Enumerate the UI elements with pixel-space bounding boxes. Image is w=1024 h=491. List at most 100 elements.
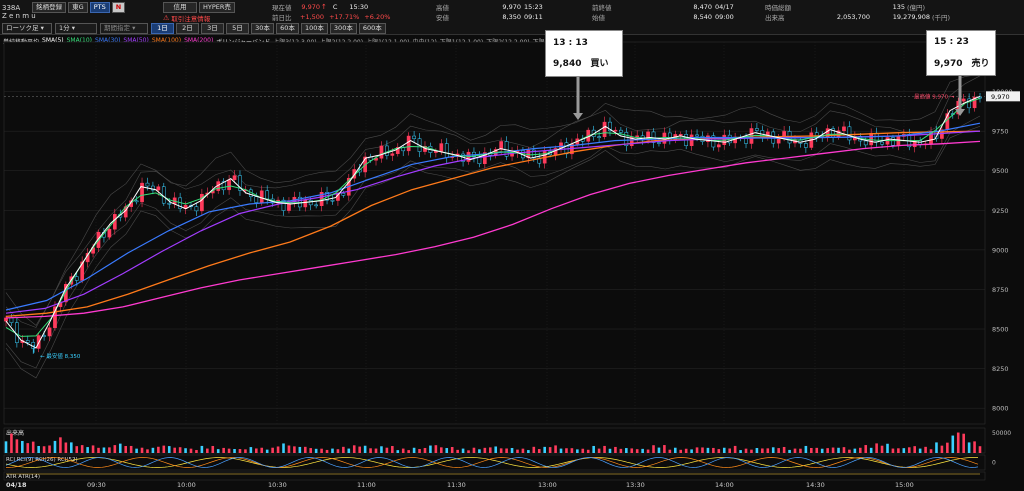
volume-label: 出来高 — [765, 14, 785, 22]
low-annotation: ← 最安値 8,350 — [40, 352, 81, 360]
candle-body — [695, 134, 699, 137]
span-button-8[interactable]: 600本 — [358, 23, 386, 34]
open-time: 09:00 — [715, 13, 734, 21]
volume-bar — [118, 443, 122, 453]
span-button-4[interactable]: 30本 — [251, 23, 274, 34]
news-button[interactable]: N — [111, 2, 126, 13]
volume-bar — [347, 448, 351, 453]
volume-bar — [483, 447, 487, 453]
volume-bar — [750, 449, 753, 453]
volume-bar — [499, 448, 503, 453]
volume-bar — [91, 445, 95, 453]
volume-bar — [967, 442, 971, 453]
volume-bar — [902, 448, 906, 453]
volume-bar — [445, 448, 449, 453]
candle-body — [874, 132, 879, 143]
candle-body — [597, 136, 601, 138]
span-button-6[interactable]: 100本 — [301, 23, 328, 34]
volume-bar — [771, 447, 775, 453]
volume-bar — [222, 447, 225, 453]
x-tick-label: 13:30 — [626, 481, 645, 489]
volume-bar — [320, 448, 323, 453]
volume-bar — [309, 448, 313, 453]
volume-bar — [178, 447, 182, 453]
prev-close-label: 前終値 — [592, 4, 612, 12]
volume-bar — [935, 442, 938, 453]
volume-bar — [434, 445, 438, 453]
volume-bar — [864, 445, 868, 453]
stock-code: 338A — [2, 3, 21, 12]
volume-bar — [31, 441, 35, 453]
volume-bar — [75, 446, 79, 453]
candle-body — [145, 182, 150, 187]
span-button-7[interactable]: 300本 — [329, 23, 357, 34]
prev-close-value: 8,470 — [693, 3, 712, 11]
volume-bar — [706, 447, 710, 453]
candle-body — [776, 138, 781, 144]
high-time: 15:23 — [524, 3, 543, 11]
candle-body — [847, 126, 852, 141]
volume-bar — [456, 449, 459, 453]
volume-bar — [129, 445, 133, 453]
interval-select[interactable]: 1分 ▾ — [55, 23, 97, 34]
candle-body — [716, 144, 721, 148]
candle-body — [863, 140, 868, 146]
trading-notice-link[interactable]: 取引注意情報 — [171, 13, 210, 23]
high-annotation: 最高値 9,970 → — [914, 92, 955, 100]
volume-bar — [80, 445, 84, 453]
y-tick-label: 9500 — [992, 167, 1009, 175]
volume-scale-label: 50000 — [992, 430, 1011, 437]
volume-bar — [211, 445, 215, 453]
volume-bar — [712, 447, 715, 453]
volume-bar — [369, 448, 372, 453]
candle-body — [314, 204, 319, 207]
watchlist-register-button[interactable]: 銘柄登録 — [32, 2, 67, 13]
volume-bar — [739, 450, 742, 453]
volume-panel-label: 出来高 — [6, 429, 24, 437]
volume-bar — [21, 440, 24, 453]
candle-body — [804, 143, 808, 148]
buy-text: 9,840 買い — [553, 59, 609, 69]
volume-bar — [298, 446, 302, 453]
x-tick-label: 11:00 — [357, 481, 376, 489]
period-select[interactable]: 期間指定 ▾ — [100, 23, 148, 34]
candle-body — [869, 132, 874, 146]
volume-bar — [614, 446, 617, 453]
volume-bar — [673, 447, 677, 453]
span-button-5[interactable]: 60本 — [276, 23, 299, 34]
credit-button[interactable]: 信用 — [163, 2, 197, 13]
span-button-3[interactable]: 5日 — [226, 23, 249, 34]
sell-time: 15 : 23 — [934, 37, 969, 47]
atr-panel-label: ATR ATR(14) — [6, 474, 40, 480]
volume-bar — [516, 449, 519, 453]
hyper-sell-button[interactable]: HYPER売 — [199, 2, 235, 13]
y-tick-label: 8500 — [992, 326, 1009, 334]
candle-body — [140, 182, 144, 203]
pts-button[interactable]: PTS — [89, 2, 110, 13]
volume-bar — [124, 446, 128, 453]
volume-bar — [331, 448, 334, 453]
volume-bar — [755, 448, 759, 453]
chart-type-select[interactable]: ローソク足 ▾ — [2, 23, 52, 34]
y-tick-label: 9000 — [992, 246, 1009, 254]
volume-bar — [238, 449, 242, 453]
span-button-0[interactable]: 1日 — [151, 23, 174, 34]
volume-bar — [37, 445, 40, 453]
low-label: 安値 — [436, 14, 449, 22]
volume-bar — [407, 450, 410, 453]
volume-bar — [472, 447, 476, 453]
price-chart[interactable]: 80008250850087509000925095009750100009,9… — [0, 34, 1024, 491]
volume-bar — [440, 447, 443, 453]
span-button-2[interactable]: 3日 — [201, 23, 224, 34]
x-tick-label: 13:00 — [538, 481, 557, 489]
span-button-1[interactable]: 2日 — [176, 23, 199, 34]
candle-body — [232, 175, 237, 181]
volume-bar — [287, 445, 291, 453]
volume-bar — [820, 448, 824, 453]
volume-bar — [842, 447, 846, 453]
y-tick-label: 9750 — [992, 128, 1009, 136]
market-tse-growth-button[interactable]: 東G — [68, 2, 88, 13]
price-time: 15:30 — [349, 3, 369, 11]
volume-bar — [603, 445, 606, 453]
volume-bar — [206, 448, 209, 453]
